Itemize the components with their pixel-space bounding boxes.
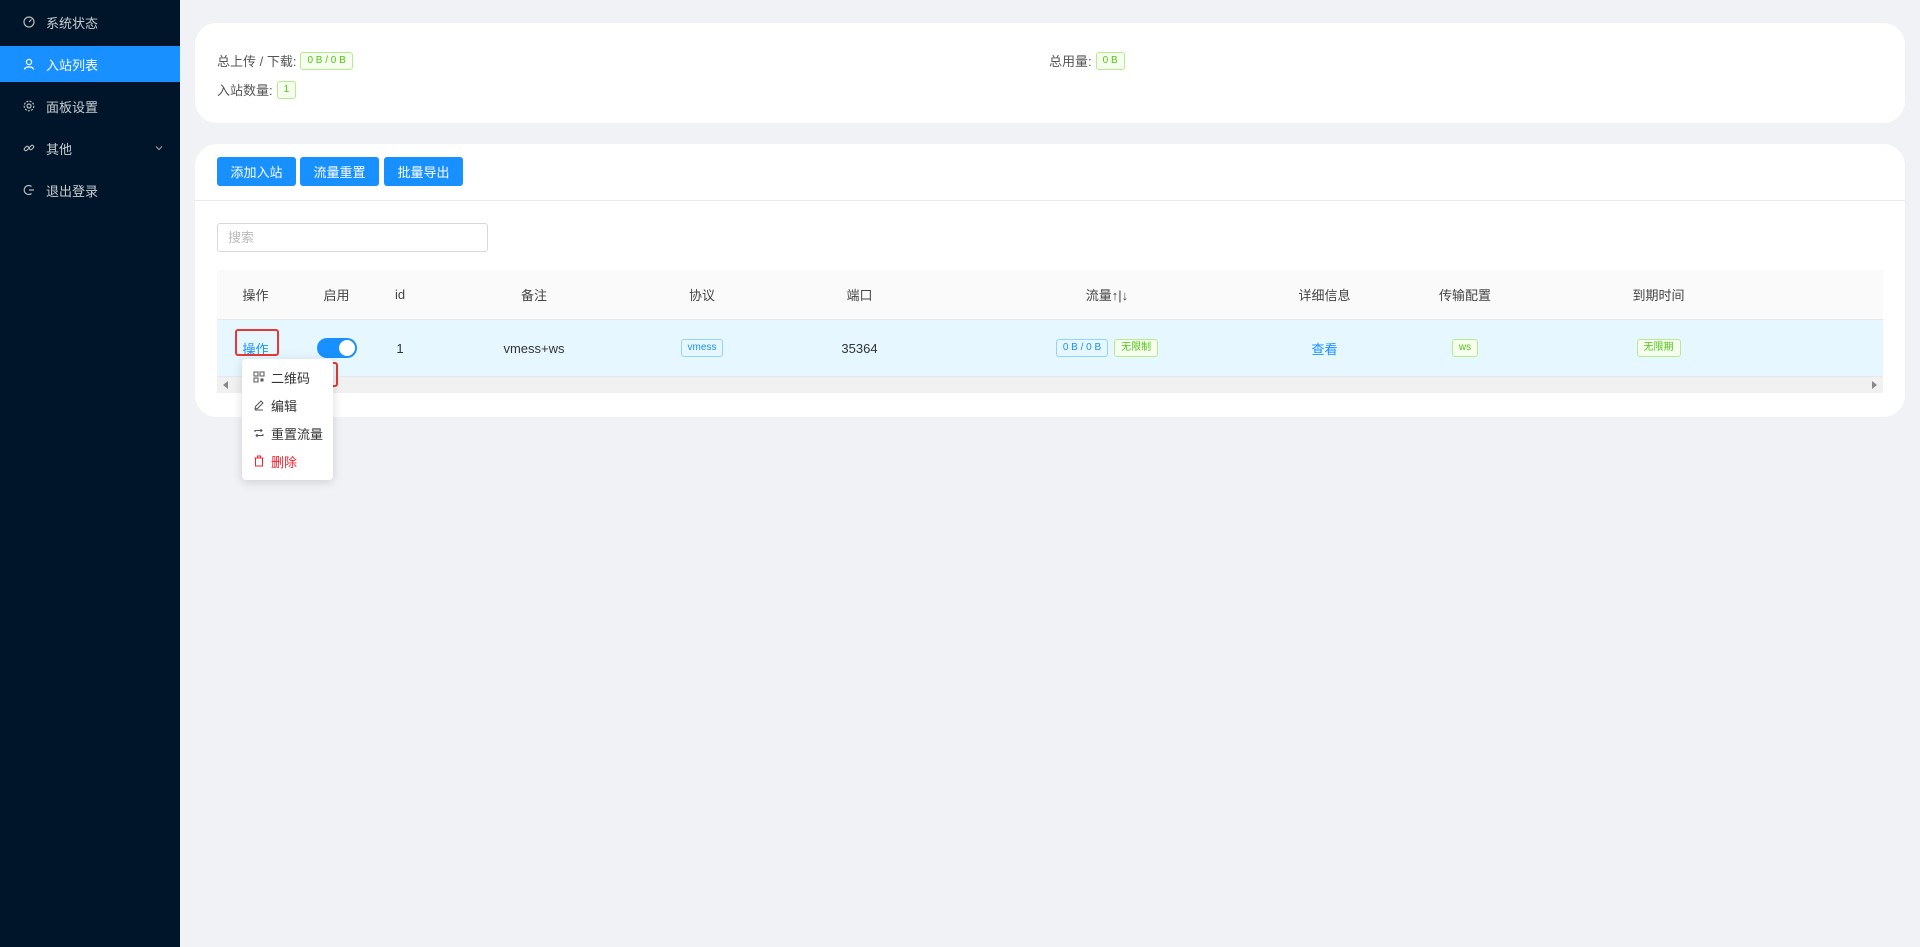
row-details-cell: 查看 [1252, 320, 1397, 376]
dropdown-item-label: 二维码 [271, 370, 311, 386]
dropdown-item-reset-traffic[interactable]: 重置流量 [242, 419, 333, 447]
row-id: 1 [396, 340, 404, 356]
upload-download-stat: 总上传 / 下载: 0 B / 0 B [217, 51, 353, 70]
header-remark: 备注 [520, 288, 547, 303]
edit-icon [253, 399, 265, 411]
qrcode-icon [253, 371, 265, 383]
reset-traffic-button[interactable]: 流量重置 [300, 157, 379, 186]
header-transport: 传输配置 [1438, 288, 1491, 303]
header-id: id [394, 287, 406, 302]
add-inbound-button[interactable]: 添加入站 [217, 157, 296, 186]
row-transport-cell: ws [1397, 320, 1533, 376]
divider [195, 200, 1905, 201]
logout-icon [22, 183, 36, 197]
action-dropdown-menu: 二维码 编辑 重置流量 删除 [242, 359, 333, 480]
header-port: 端口 [846, 288, 873, 303]
inbound-count-value: 1 [276, 80, 297, 99]
traffic-tag: 0 B / 0 B [1055, 339, 1109, 357]
retweet-icon [253, 427, 265, 439]
row-traffic-cell: 0 B / 0 B 无限制 [962, 320, 1252, 376]
dropdown-item-label: 删除 [271, 454, 298, 470]
dropdown-item-label: 重置流量 [271, 426, 324, 442]
total-usage-stat: 总用量: 0 B [1049, 51, 1125, 70]
inbound-count-stat: 入站数量: 1 [217, 80, 297, 99]
header-enabled: 启用 [323, 288, 350, 303]
link-icon [22, 141, 36, 155]
traffic-limit-tag: 无限制 [1114, 339, 1159, 357]
batch-export-button[interactable]: 批量导出 [384, 157, 463, 186]
row-remark: vmess+ws [503, 340, 565, 356]
header-action: 操作 [242, 288, 269, 303]
sidebar-item-other[interactable]: 其他 [0, 130, 180, 166]
chevron-down-icon [154, 141, 164, 156]
protocol-tag: vmess [680, 339, 724, 357]
header-expiry: 到期时间 [1632, 288, 1685, 303]
sidebar-item-logout[interactable]: 退出登录 [0, 172, 180, 208]
sidebar-item-inbound-list[interactable]: 入站列表 [0, 46, 180, 82]
upload-download-label: 总上传 / 下载: [217, 54, 297, 69]
enable-toggle[interactable] [316, 338, 357, 358]
row-port: 35364 [841, 340, 878, 356]
dashboard-icon [22, 15, 36, 29]
sidebar-item-system-status[interactable]: 系统状态 [0, 4, 180, 40]
header-protocol: 协议 [688, 288, 715, 303]
user-icon [22, 57, 36, 71]
delete-icon [253, 455, 265, 467]
dropdown-item-delete[interactable]: 删除 [242, 447, 333, 475]
table-row: 操作 1 vmess+ws vmess 35364 0 B / 0 B 无限制 … [217, 320, 1883, 377]
row-protocol-cell: vmess [647, 320, 757, 376]
total-usage-label: 总用量: [1049, 54, 1092, 69]
upload-download-value: 0 B / 0 B [300, 51, 353, 70]
sidebar-item-label: 退出登录 [46, 183, 99, 199]
header-details: 详细信息 [1298, 288, 1351, 303]
transport-tag: ws [1451, 339, 1479, 357]
sidebar-item-label: 其他 [46, 141, 73, 157]
expiry-tag: 无限期 [1636, 339, 1681, 357]
gear-icon [22, 99, 36, 113]
header-traffic[interactable]: 流量↑|↓ [962, 270, 1252, 319]
sidebar-item-label: 入站列表 [46, 57, 99, 73]
table-header: 操作 启用 id 备注 协议 端口 流量↑|↓ 详细信息 传输配置 到期时间 [217, 270, 1883, 320]
horizontal-scrollbar[interactable] [217, 377, 1883, 393]
sidebar: 系统状态 入站列表 面板设置 其他 退出登录 [0, 0, 180, 947]
toggle-knob [338, 340, 355, 356]
inbound-list-card: 添加入站 流量重置 批量导出 操作 启用 id 备注 协议 端口 流量↑|↓ 详… [195, 144, 1905, 417]
scroll-right-icon[interactable] [1872, 381, 1877, 389]
search-input[interactable] [217, 223, 488, 252]
row-expiry-cell: 无限期 [1533, 320, 1784, 376]
dropdown-item-label: 编辑 [271, 398, 298, 414]
sidebar-item-label: 系统状态 [46, 15, 99, 31]
dropdown-item-qrcode[interactable]: 二维码 [242, 363, 333, 391]
stats-card: 总上传 / 下载: 0 B / 0 B 总用量: 0 B 入站数量: 1 [195, 23, 1905, 123]
inbound-count-label: 入站数量: [217, 83, 273, 98]
total-usage-value: 0 B [1095, 51, 1125, 70]
scroll-left-icon[interactable] [223, 381, 228, 389]
sidebar-item-label: 面板设置 [46, 99, 99, 115]
action-dropdown-trigger[interactable]: 操作 [242, 339, 268, 358]
dropdown-item-edit[interactable]: 编辑 [242, 391, 333, 419]
view-details-link[interactable]: 查看 [1311, 339, 1337, 358]
sidebar-item-panel-settings[interactable]: 面板设置 [0, 88, 180, 124]
